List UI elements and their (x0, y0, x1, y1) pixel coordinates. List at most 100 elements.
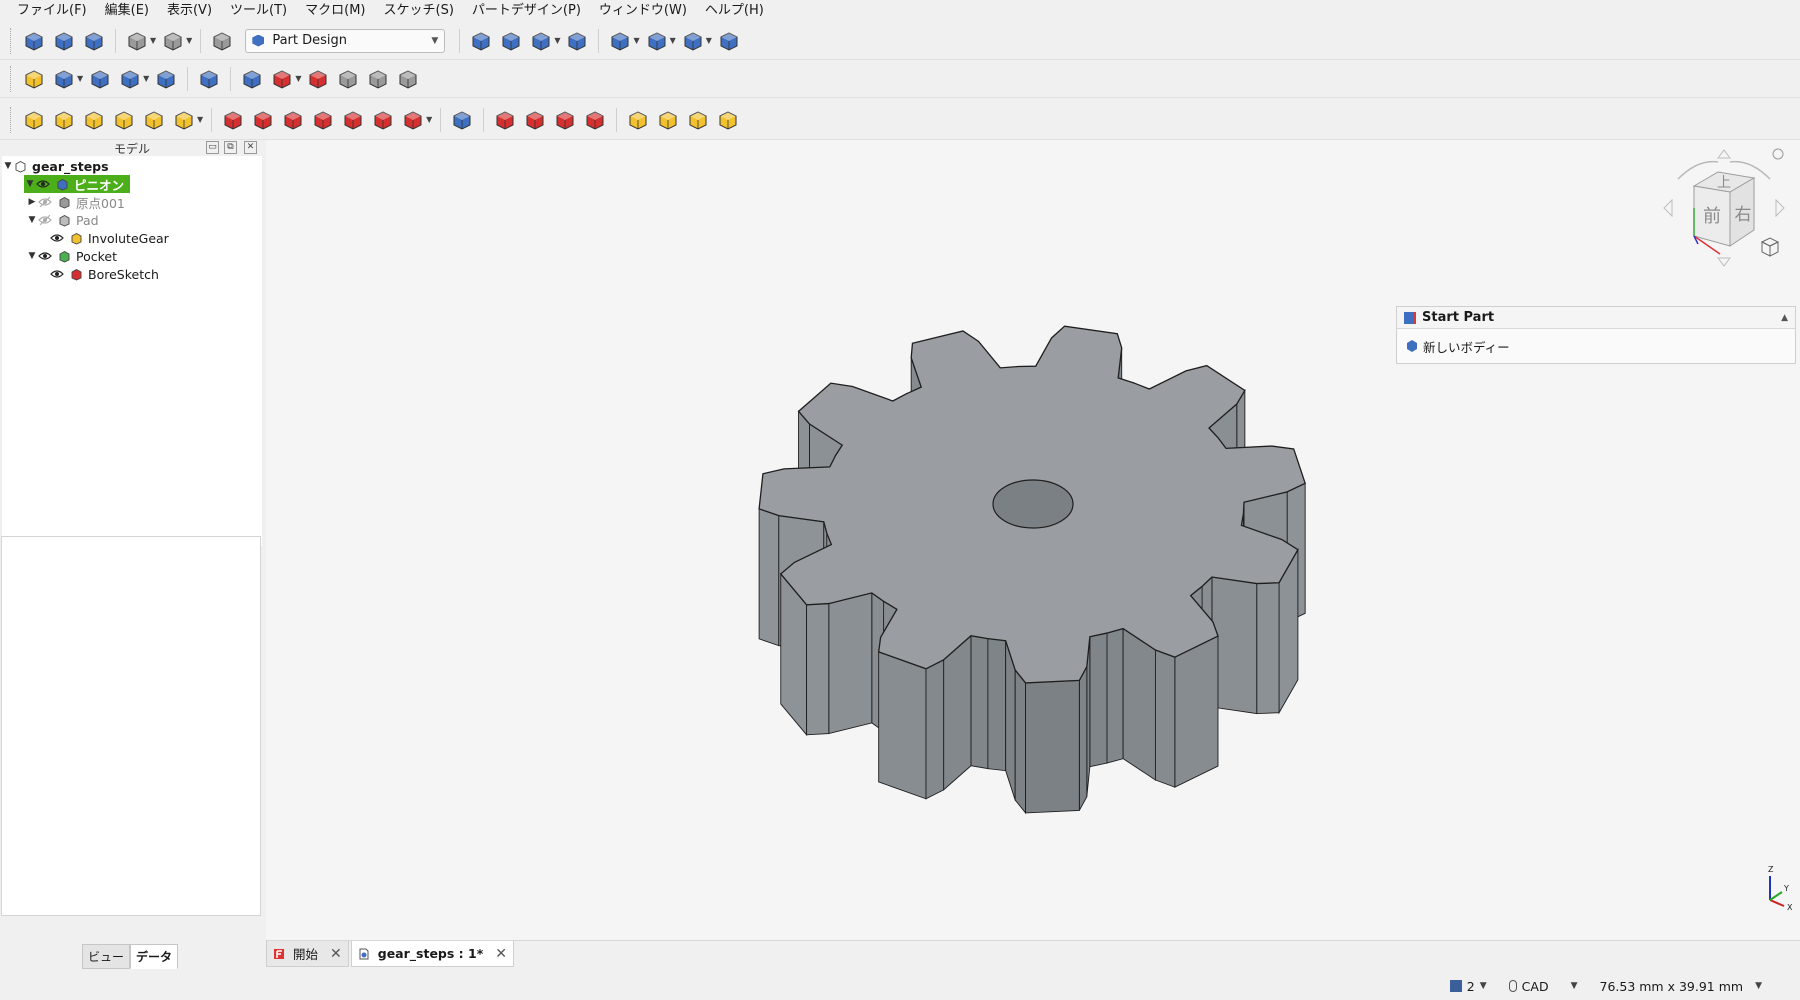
sub-shape-binder-icon[interactable] (393, 64, 423, 94)
link-icon[interactable] (115, 64, 145, 94)
gear-side-face[interactable] (1154, 649, 1176, 788)
gear-side-face[interactable] (943, 634, 972, 791)
nav-menu-icon[interactable] (1772, 148, 1784, 160)
clone-icon[interactable] (363, 64, 393, 94)
chamfer-icon[interactable] (520, 105, 550, 135)
tree-item-pad[interactable]: ▼ Pad (2, 211, 262, 229)
thickness-icon[interactable] (580, 105, 610, 135)
nav-left-icon[interactable] (1663, 198, 1673, 218)
refresh-icon[interactable] (207, 26, 237, 56)
redo-icon[interactable] (158, 26, 188, 56)
gear-side-face[interactable] (1089, 632, 1108, 768)
tree-item-pocket[interactable]: ▼ Pocket (2, 247, 262, 265)
tab-view[interactable]: ビュー (82, 944, 131, 969)
gear-model[interactable] (266, 140, 1800, 940)
units-dropdown-icon[interactable]: ▼ (1755, 981, 1762, 991)
additive-primitive-icon[interactable] (169, 105, 199, 135)
view-menu-cube-icon[interactable] (1760, 237, 1780, 257)
gear-side-face[interactable] (878, 651, 927, 800)
task-panel-header[interactable]: Start Part ▲ (1397, 307, 1795, 329)
pad-icon[interactable] (19, 105, 49, 135)
expand-down-icon[interactable]: ▼ (26, 251, 38, 261)
create-datum-icon[interactable] (49, 64, 79, 94)
subtractive-loft-icon[interactable] (308, 105, 338, 135)
float-panel-icon[interactable]: ▭ (206, 141, 219, 154)
gear-side-face[interactable] (1078, 666, 1088, 811)
gear-side-face[interactable] (1106, 628, 1124, 764)
close-tab-gear-steps-icon[interactable]: ✕ (495, 946, 507, 962)
expand-right-icon[interactable]: ▶ (26, 197, 38, 207)
menu-file[interactable]: ファイル(F) (8, 0, 96, 22)
macro-icon[interactable] (151, 64, 181, 94)
gear-bore-hole[interactable] (992, 479, 1074, 529)
gear-side-face[interactable] (970, 635, 989, 770)
draw-style-dropdown-icon[interactable]: ▼ (633, 36, 639, 45)
pocket-icon[interactable] (218, 105, 248, 135)
subtractive-primitive-dropdown-icon[interactable]: ▼ (426, 115, 432, 124)
gear-side-face[interactable] (758, 508, 780, 647)
additive-primitive-dropdown-icon[interactable]: ▼ (197, 115, 203, 124)
nav-down-icon[interactable] (1717, 257, 1731, 267)
navigation-cube[interactable]: 上 前 右 (1658, 144, 1790, 274)
eye-hidden-icon[interactable] (38, 214, 52, 226)
gear-side-face[interactable] (828, 592, 873, 735)
menu-window[interactable]: ウィンドウ(W) (590, 0, 696, 22)
isometric-view-icon[interactable] (526, 26, 556, 56)
undo-dropdown-icon[interactable]: ▼ (150, 36, 156, 45)
create-datum-dropdown-icon[interactable]: ▼ (77, 74, 83, 83)
measure-tool-icon[interactable] (714, 26, 744, 56)
save-icon[interactable] (79, 26, 109, 56)
tree-item-boresketch[interactable]: BoreSketch (2, 265, 262, 283)
boolean-icon[interactable] (447, 105, 477, 135)
menu-sketch[interactable]: スケッチ(S) (375, 0, 463, 22)
expand-down-icon[interactable]: ▼ (2, 161, 14, 171)
collapse-icon[interactable]: ▲ (1781, 313, 1788, 323)
link-dropdown-icon[interactable]: ▼ (143, 74, 149, 83)
menu-tools[interactable]: ツール(T) (221, 0, 296, 22)
create-body-icon[interactable] (237, 64, 267, 94)
menu-part-design[interactable]: パートデザイン(P) (463, 0, 590, 22)
subtractive-pipe-icon[interactable] (338, 105, 368, 135)
undo-icon[interactable] (122, 26, 152, 56)
close-tab-start-icon[interactable]: ✕ (330, 946, 342, 962)
validate-sketch-icon[interactable] (303, 64, 333, 94)
revolution-icon[interactable] (49, 105, 79, 135)
gear-side-face[interactable] (1211, 576, 1258, 715)
tree-item-gear-steps[interactable]: ▼ gear_steps (2, 157, 262, 175)
nav-up-icon[interactable] (1717, 149, 1731, 159)
additive-loft-icon[interactable] (79, 105, 109, 135)
redo-dropdown-icon[interactable]: ▼ (186, 36, 192, 45)
mirrored-icon[interactable] (623, 105, 653, 135)
tab-gear-steps[interactable]: gear_steps : 1* ✕ (350, 941, 514, 967)
groove-icon[interactable] (278, 105, 308, 135)
additive-pipe-icon[interactable] (109, 105, 139, 135)
fillet-icon[interactable] (490, 105, 520, 135)
hole-icon[interactable] (248, 105, 278, 135)
chevron-down-icon[interactable]: ▼ (1480, 981, 1487, 991)
tab-start[interactable]: 開始 ✕ (266, 941, 349, 967)
whats-this-icon[interactable] (194, 64, 224, 94)
detach-panel-icon[interactable]: ⧉ (224, 141, 237, 154)
zoom-dropdown-icon[interactable]: ▼ (706, 36, 712, 45)
subtractive-helix-icon[interactable] (368, 105, 398, 135)
3d-viewport[interactable]: 上 前 右 Start Part ▲ 新しいボディー Z Y X (266, 140, 1800, 940)
draw-style-icon[interactable] (605, 26, 635, 56)
fit-all-icon[interactable] (466, 26, 496, 56)
view-box-icon[interactable] (642, 26, 672, 56)
linear-pattern-icon[interactable] (653, 105, 683, 135)
eye-visible-icon[interactable] (50, 232, 64, 244)
menu-edit[interactable]: 編集(E) (96, 0, 158, 22)
close-panel-icon[interactable]: ✕ (244, 141, 257, 154)
eye-visible-icon[interactable] (36, 178, 50, 190)
expand-down-icon[interactable]: ▼ (24, 179, 36, 189)
polar-pattern-icon[interactable] (683, 105, 713, 135)
view-box-dropdown-icon[interactable]: ▼ (670, 36, 676, 45)
multi-transform-icon[interactable] (713, 105, 743, 135)
eye-visible-icon[interactable] (38, 250, 52, 262)
isometric-view-dropdown-icon[interactable]: ▼ (554, 36, 560, 45)
selection-count[interactable]: 2 (1467, 979, 1475, 994)
tree-item-2[interactable]: ▶ 原点001 (2, 193, 262, 211)
gear-side-face[interactable] (1014, 668, 1027, 815)
gear-side-face[interactable] (1174, 635, 1219, 788)
create-group-icon[interactable] (85, 64, 115, 94)
